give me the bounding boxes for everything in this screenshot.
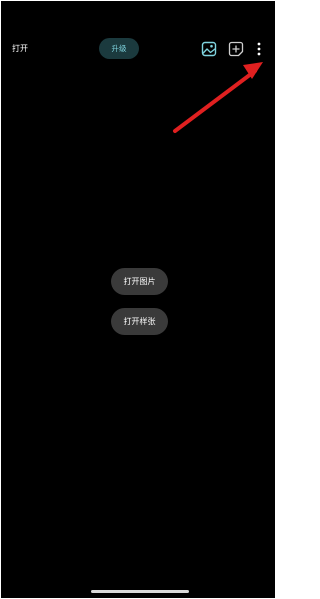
add-icon[interactable] xyxy=(227,40,245,58)
home-indicator[interactable] xyxy=(91,590,189,593)
open-image-button[interactable]: 打开图片 xyxy=(111,268,168,295)
open-sample-button[interactable]: 打开样张 xyxy=(111,308,168,335)
upgrade-button[interactable]: 升级 xyxy=(99,38,139,59)
annotation-arrow-icon xyxy=(173,62,263,133)
open-button[interactable]: 打开 xyxy=(12,43,28,55)
more-vertical-icon[interactable] xyxy=(253,40,265,58)
app-screen: 打开 升级 打开图片 打开样张 xyxy=(1,1,275,598)
gallery-icon[interactable] xyxy=(200,40,218,58)
